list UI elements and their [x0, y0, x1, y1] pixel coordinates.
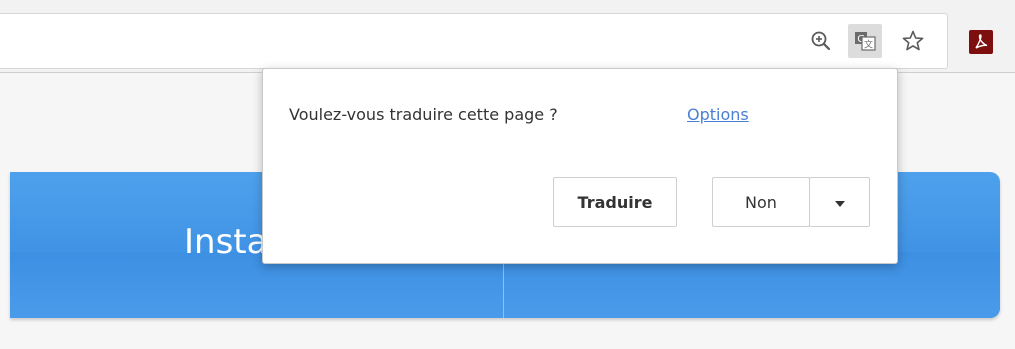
decline-button[interactable]: Non [712, 177, 810, 227]
translate-bubble: Voulez-vous traduire cette page ? Option… [262, 68, 898, 264]
browser-window: G 文 Insta Voulez-vous traduire cette pag… [0, 0, 1015, 349]
address-bar[interactable] [0, 13, 948, 69]
dropdown-arrow-icon [834, 193, 846, 212]
options-link[interactable]: Options [687, 105, 749, 124]
zoom-icon[interactable] [808, 28, 834, 54]
translate-question: Voulez-vous traduire cette page ? [289, 105, 558, 124]
translate-icon[interactable]: G 文 [848, 24, 882, 58]
svg-text:文: 文 [864, 39, 873, 51]
translate-button[interactable]: Traduire [553, 177, 677, 227]
more-options-dropdown-button[interactable] [810, 177, 870, 227]
acrobat-pdf-icon[interactable] [969, 30, 993, 54]
browser-toolbar: G 文 [0, 0, 1015, 72]
bookmark-star-icon[interactable] [900, 28, 926, 54]
banner-label[interactable]: Insta [184, 222, 267, 262]
